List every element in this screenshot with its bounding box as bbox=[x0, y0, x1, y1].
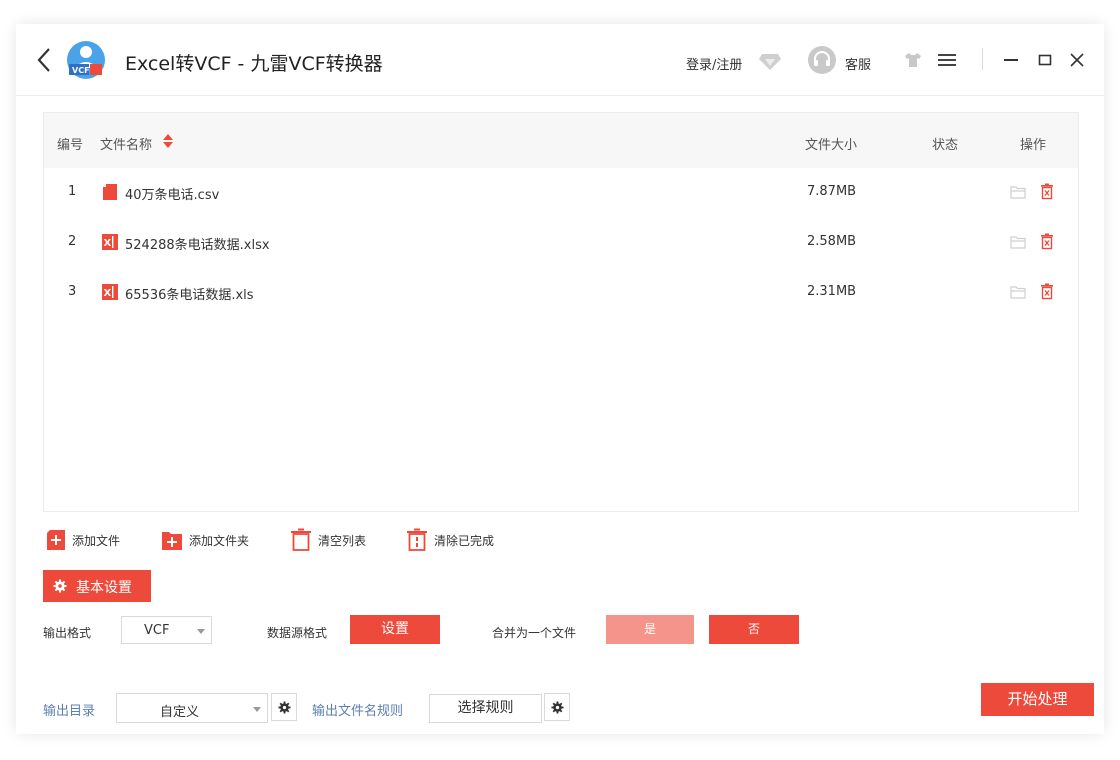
svg-text:VCF: VCF bbox=[72, 66, 90, 75]
output-dir-label: 输出目录 bbox=[43, 704, 96, 719]
sort-arrows-icon[interactable] bbox=[162, 133, 174, 149]
output-format-value: VCF bbox=[144, 623, 170, 638]
gear-icon bbox=[278, 701, 291, 714]
titlebar-divider bbox=[982, 48, 983, 70]
output-dir-value: 自定义 bbox=[160, 705, 200, 720]
source-format-label: 数据源格式 bbox=[267, 626, 328, 640]
gear-icon bbox=[551, 701, 564, 714]
clear-completed-button[interactable]: 清除已完成 bbox=[406, 528, 506, 552]
trash-done-icon bbox=[407, 528, 427, 551]
clear-list-button[interactable]: 清空列表 bbox=[290, 528, 380, 552]
row-index: 3 bbox=[68, 284, 77, 299]
table-header: 编号 文件名称 文件大小 状态 操作 bbox=[44, 113, 1078, 168]
title-bar: VCF Excel转VCF - 九雷VCF转换器 登录/注册 客服 bbox=[16, 24, 1104, 96]
add-folder-button[interactable]: 添加文件夹 bbox=[161, 528, 261, 552]
app-window: VCF Excel转VCF - 九雷VCF转换器 登录/注册 客服 编号 文件名… bbox=[16, 24, 1104, 734]
menu-icon[interactable] bbox=[937, 52, 957, 68]
output-format-label: 输出格式 bbox=[43, 626, 92, 640]
start-processing-button[interactable]: 开始处理 bbox=[981, 683, 1094, 716]
close-icon[interactable] bbox=[1069, 52, 1085, 68]
delete-icon[interactable] bbox=[1040, 183, 1054, 200]
file-table: 编号 文件名称 文件大小 状态 操作 1 40万条电话.csv 7.87MB 2… bbox=[43, 112, 1079, 512]
file-name: 40万条电话.csv bbox=[125, 188, 220, 203]
chevron-down-icon bbox=[253, 707, 261, 712]
file-name: 65536条电话数据.xls bbox=[125, 288, 254, 303]
gear-icon bbox=[53, 579, 67, 593]
file-size: 2.58MB bbox=[807, 234, 857, 249]
file-size: 7.87MB bbox=[807, 184, 857, 199]
header-actions: 操作 bbox=[1020, 138, 1047, 153]
header-status: 状态 bbox=[932, 138, 959, 153]
header-file-name[interactable]: 文件名称 bbox=[100, 134, 152, 153]
table-row[interactable]: 2 X 524288条电话数据.xlsx 2.58MB bbox=[44, 218, 1078, 268]
merge-label: 合并为一个文件 bbox=[492, 626, 577, 640]
clear-completed-label: 清除已完成 bbox=[434, 534, 495, 548]
app-logo-icon: VCF bbox=[67, 41, 105, 79]
header-file-size: 文件大小 bbox=[805, 138, 858, 153]
trash-icon bbox=[291, 528, 311, 551]
maximize-icon[interactable] bbox=[1037, 52, 1053, 68]
table-row[interactable]: 3 X 65536条电话数据.xls 2.31MB bbox=[44, 268, 1078, 318]
output-format-select[interactable]: VCF bbox=[121, 616, 212, 644]
merge-yes-button[interactable]: 是 bbox=[606, 615, 694, 644]
row-index: 1 bbox=[68, 184, 77, 199]
output-dir-select[interactable]: 自定义 bbox=[116, 693, 268, 723]
excel-file-icon: X bbox=[102, 284, 118, 300]
table-row[interactable]: 1 40万条电话.csv 7.87MB bbox=[44, 168, 1078, 218]
basic-settings-label: 基本设置 bbox=[76, 580, 132, 596]
output-dir-settings-button[interactable] bbox=[271, 693, 297, 721]
back-arrow-icon[interactable] bbox=[34, 46, 54, 74]
clear-list-label: 清空列表 bbox=[318, 534, 367, 548]
headset-service-icon[interactable] bbox=[807, 45, 837, 75]
add-file-icon bbox=[47, 530, 65, 550]
open-folder-icon[interactable] bbox=[1010, 235, 1026, 249]
delete-icon[interactable] bbox=[1040, 233, 1054, 250]
basic-settings-toggle[interactable]: 基本设置 bbox=[43, 570, 151, 602]
add-folder-icon bbox=[162, 532, 182, 550]
add-file-button[interactable]: 添加文件 bbox=[46, 528, 131, 552]
select-rule-button[interactable]: 选择规则 bbox=[429, 694, 542, 723]
svg-text:X: X bbox=[104, 238, 112, 249]
chevron-down-icon bbox=[197, 629, 205, 634]
merge-no-button[interactable]: 否 bbox=[709, 615, 799, 644]
csv-file-icon bbox=[103, 184, 117, 200]
open-folder-icon[interactable] bbox=[1010, 285, 1026, 299]
customer-service-label[interactable]: 客服 bbox=[845, 54, 871, 73]
file-name: 524288条电话数据.xlsx bbox=[125, 238, 270, 253]
svg-text:X: X bbox=[104, 288, 112, 299]
skin-shirt-icon[interactable] bbox=[904, 52, 922, 68]
filename-rule-settings-button[interactable] bbox=[544, 693, 570, 721]
file-size: 2.31MB bbox=[807, 284, 857, 299]
add-file-label: 添加文件 bbox=[72, 534, 121, 548]
header-index: 编号 bbox=[57, 138, 84, 153]
minimize-icon[interactable] bbox=[1003, 52, 1019, 68]
app-title: Excel转VCF - 九雷VCF转换器 bbox=[125, 53, 383, 75]
diamond-vip-icon[interactable] bbox=[758, 51, 782, 71]
delete-icon[interactable] bbox=[1040, 283, 1054, 300]
login-register-link[interactable]: 登录/注册 bbox=[686, 54, 742, 73]
row-index: 2 bbox=[68, 234, 77, 249]
excel-file-icon: X bbox=[102, 234, 118, 250]
add-folder-label: 添加文件夹 bbox=[189, 534, 250, 548]
filename-rule-label: 输出文件名规则 bbox=[312, 704, 404, 719]
open-folder-icon[interactable] bbox=[1010, 185, 1026, 199]
source-format-settings-button[interactable]: 设置 bbox=[350, 615, 440, 644]
